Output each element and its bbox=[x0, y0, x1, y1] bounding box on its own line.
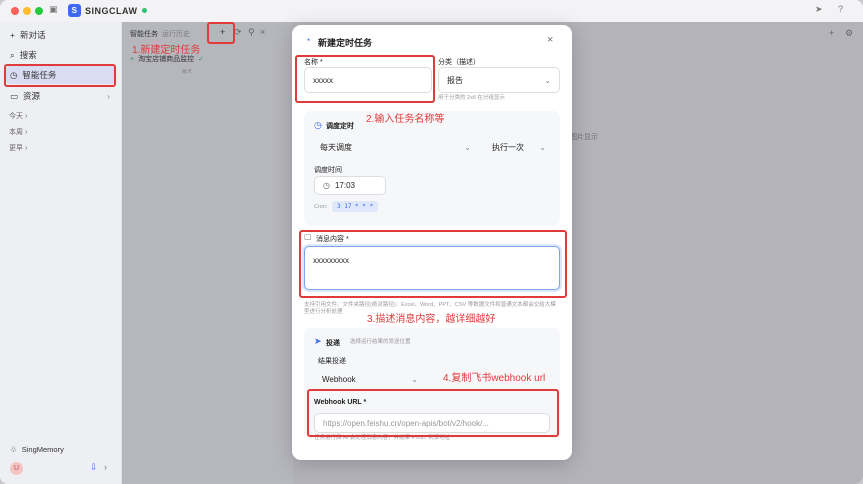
send-icon: ➤ bbox=[314, 336, 322, 346]
maximize-window-button[interactable] bbox=[35, 7, 43, 15]
annotation-step-3: 3.描述消息内容，越详细越好 bbox=[367, 314, 496, 325]
annotation-box-webhook bbox=[307, 389, 559, 437]
annotation-box-add bbox=[207, 22, 235, 44]
send-icon[interactable]: ➤ bbox=[815, 4, 823, 15]
time-value: 17:03 bbox=[334, 181, 356, 190]
app-name: SINGCLAW bbox=[85, 5, 138, 16]
chevron-down-icon: ⌄ bbox=[411, 375, 418, 384]
app-brand: S SINGCLAW bbox=[68, 4, 147, 17]
repeat-value: 执行一次 bbox=[492, 143, 524, 152]
dialog-title: 新建定时任务 bbox=[318, 38, 373, 48]
time-label: 调度时间 bbox=[314, 167, 342, 174]
cron-expression: 3 17 * * * bbox=[332, 201, 379, 212]
title-bar: ▣ S SINGCLAW ➤ ? bbox=[0, 0, 863, 22]
download-icon[interactable]: ⇩ bbox=[90, 462, 98, 473]
avatar[interactable]: U bbox=[10, 462, 23, 475]
app-window: ▣ S SINGCLAW ➤ ? + 新对话 ⌕ 搜索 ◷ 智能任务 ▭ 资源 … bbox=[0, 0, 863, 484]
annotation-step-4: 4.复制飞书webhook url bbox=[443, 373, 546, 384]
category-select[interactable]: 报告 ⌄ bbox=[438, 67, 560, 93]
folder-icon: ▭ bbox=[10, 90, 19, 101]
memory-button[interactable]: ♧ SingMemory bbox=[6, 440, 116, 458]
expand-icon[interactable]: › bbox=[104, 462, 107, 472]
result-select[interactable]: Webhook ⌄ bbox=[314, 370, 424, 389]
search-label: 搜索 bbox=[19, 50, 37, 60]
new-chat-button[interactable]: + 新对话 bbox=[6, 26, 116, 44]
repeat-select[interactable]: 执行一次 ⌄ bbox=[484, 138, 550, 157]
app-logo-icon: S bbox=[68, 4, 81, 17]
group-week[interactable]: 本周 › bbox=[9, 127, 27, 137]
sidebar: + 新对话 ⌕ 搜索 ◷ 智能任务 ▭ 资源 › 今天 › 本周 › 更早 › … bbox=[0, 22, 122, 484]
chevron-down-icon: ⌄ bbox=[464, 143, 471, 152]
sidebar-item-resources[interactable]: ▭ 资源 › bbox=[6, 87, 116, 105]
memory-icon: ♧ bbox=[10, 444, 17, 454]
result-value: Webhook bbox=[322, 375, 356, 384]
close-dialog-icon[interactable]: × bbox=[547, 34, 553, 46]
annotation-step-1: 1.新建定时任务 bbox=[132, 45, 201, 56]
result-label: 结果投递 bbox=[318, 358, 346, 365]
annotation-box-name bbox=[295, 55, 435, 103]
group-earlier[interactable]: 更早 › bbox=[9, 143, 27, 153]
chevron-right-icon: › bbox=[107, 91, 110, 101]
frequency-select[interactable]: 每天调度 ⌄ bbox=[312, 138, 477, 157]
frequency-value: 每天调度 bbox=[320, 143, 352, 152]
annotation-box-sidebar bbox=[4, 64, 116, 87]
category-hint: 用于分类的 2x6 在分组显示 bbox=[438, 95, 505, 101]
time-input[interactable]: ◷ 17:03 bbox=[314, 176, 386, 195]
sidebar-toggle-icon[interactable]: ▣ bbox=[49, 4, 58, 15]
plus-icon: + bbox=[10, 30, 15, 40]
timer-icon: ◔ bbox=[305, 35, 311, 45]
schedule-title: 调度定时 bbox=[326, 123, 354, 130]
close-window-button[interactable] bbox=[11, 7, 19, 15]
clock-icon: ◷ bbox=[314, 120, 322, 130]
memory-label: SingMemory bbox=[21, 444, 64, 454]
delivery-title: 投递 bbox=[326, 340, 340, 347]
category-label: 分类（描述） bbox=[438, 59, 480, 66]
schedule-card: ◷ 调度定时 每天调度 ⌄ 执行一次 ⌄ 调度时间 ◷ 17:03 Cron: … bbox=[304, 111, 560, 226]
cron-label: Cron: bbox=[314, 204, 328, 210]
minimize-window-button[interactable] bbox=[23, 7, 31, 15]
help-icon[interactable]: ? bbox=[838, 4, 843, 14]
annotation-box-message bbox=[299, 230, 567, 298]
group-today[interactable]: 今天 › bbox=[9, 111, 27, 121]
chevron-down-icon: ⌄ bbox=[539, 143, 546, 152]
category-value: 报告 bbox=[447, 75, 463, 85]
delivery-hint: 选择运行结果的发送位置 bbox=[350, 339, 411, 345]
search-icon: ⌕ bbox=[10, 49, 15, 60]
annotation-step-2: 2.输入任务名称等 bbox=[366, 114, 445, 125]
new-chat-label: 新对话 bbox=[19, 30, 46, 40]
online-status-icon bbox=[141, 8, 147, 13]
chevron-down-icon: ⌄ bbox=[544, 75, 551, 85]
clock-icon: ◷ bbox=[323, 181, 330, 190]
search-button[interactable]: ⌕ 搜索 bbox=[6, 46, 116, 64]
resources-label: 资源 bbox=[23, 91, 41, 101]
